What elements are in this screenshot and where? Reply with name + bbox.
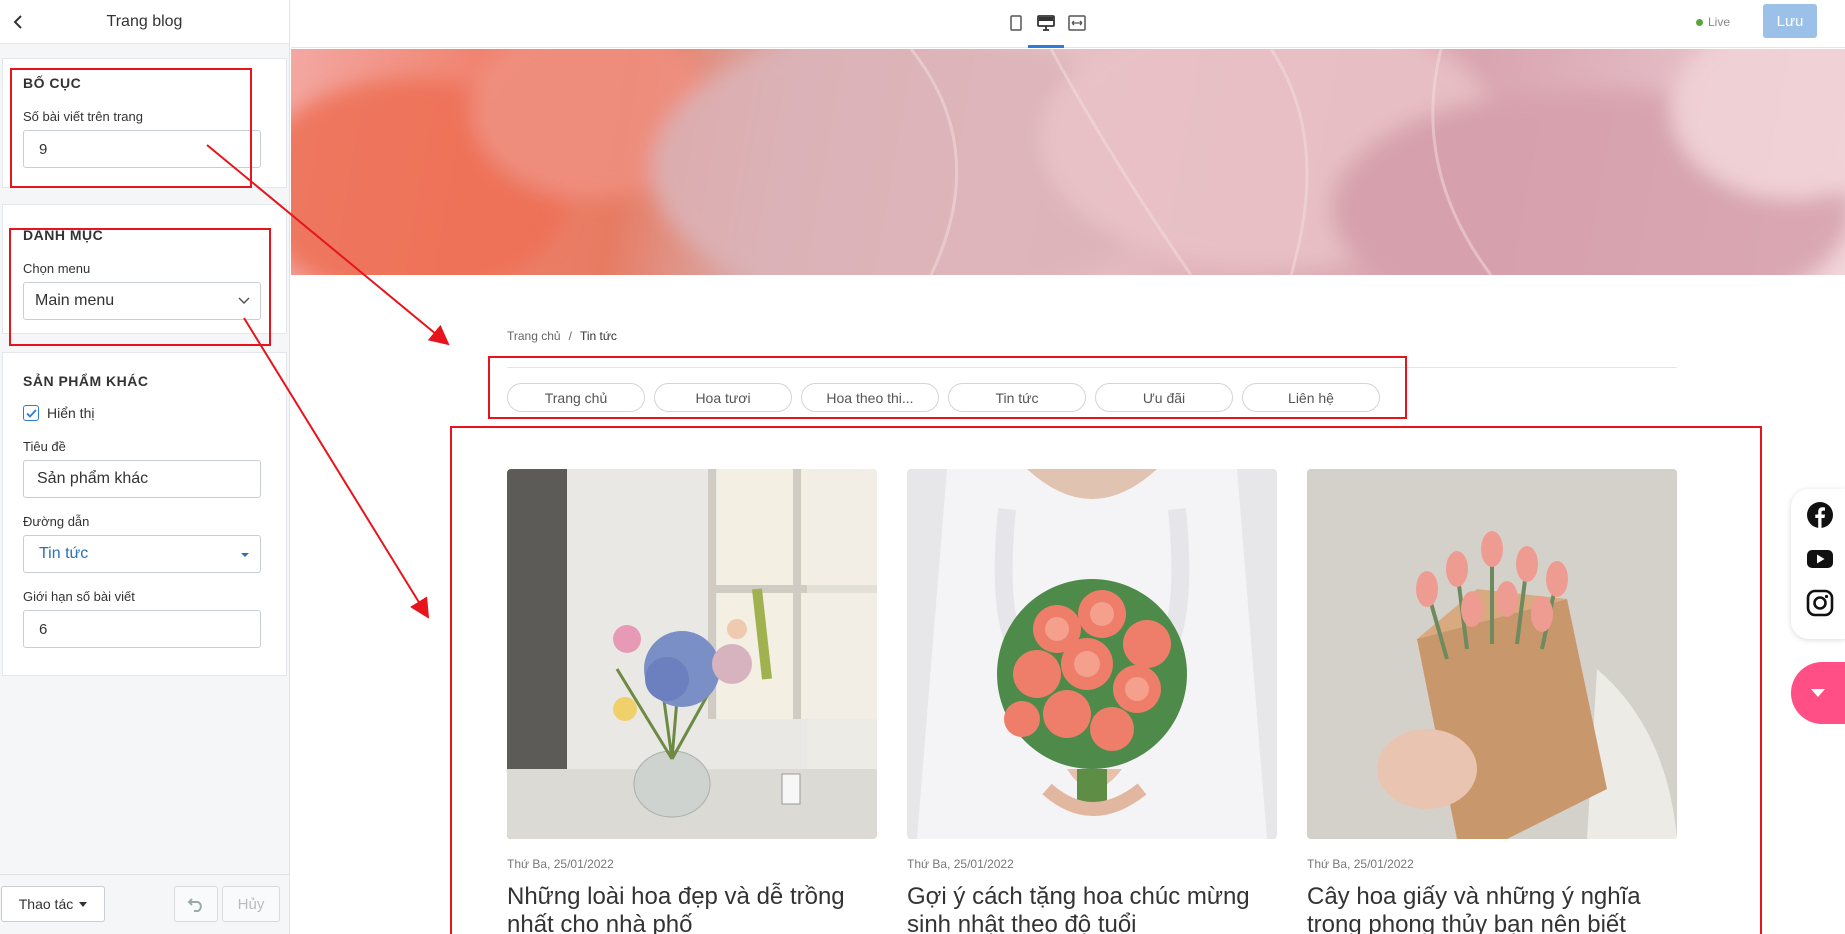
actions-dropdown-button[interactable]: Thao tác bbox=[1, 886, 105, 922]
category-section: DANH MỤC Chọn menu Main menu bbox=[2, 204, 287, 334]
caret-down-icon bbox=[1811, 688, 1825, 697]
check-icon bbox=[25, 408, 37, 418]
sidebar-header: Trang blog bbox=[0, 0, 289, 44]
post-image[interactable] bbox=[1307, 469, 1677, 839]
post-card[interactable]: Thứ Ba, 25/01/2022 Gợi ý cách tặng hoa c… bbox=[907, 469, 1277, 934]
tab-hoa-tuoi[interactable]: Hoa tươi bbox=[654, 383, 792, 412]
undo-button[interactable] bbox=[174, 886, 218, 922]
post-grid: Thứ Ba, 25/01/2022 Những loài hoa đẹp và… bbox=[507, 469, 1677, 934]
cancel-button[interactable]: Hủy bbox=[222, 886, 280, 922]
post-card[interactable]: Thứ Ba, 25/01/2022 Những loài hoa đẹp và… bbox=[507, 469, 877, 934]
undo-icon bbox=[187, 898, 202, 912]
limit-label: Giới hạn số bài viết bbox=[23, 589, 135, 604]
breadcrumb-home-link[interactable]: Trang chủ bbox=[507, 329, 561, 343]
divider bbox=[507, 367, 1677, 368]
breadcrumb: Trang chủ / Tin tức bbox=[507, 329, 617, 343]
hero-banner-image bbox=[291, 49, 1845, 275]
title-input[interactable]: Sản phẩm khác bbox=[23, 460, 261, 498]
social-links-bar bbox=[1791, 489, 1845, 639]
tablet-icon bbox=[1010, 15, 1022, 31]
live-dot-icon bbox=[1695, 18, 1703, 26]
breadcrumb-separator: / bbox=[568, 329, 572, 343]
menu-select-value: Main menu bbox=[35, 292, 115, 309]
tab-lien-he[interactable]: Liên hệ bbox=[1242, 383, 1380, 412]
tab-hoa-theo-thi[interactable]: Hoa theo thi... bbox=[801, 383, 939, 412]
save-button[interactable]: Lưu bbox=[1763, 4, 1817, 38]
fullwidth-icon bbox=[1068, 15, 1086, 31]
path-select[interactable]: Tin tức bbox=[23, 535, 261, 573]
path-select-value: Tin tức bbox=[39, 545, 89, 562]
chevron-down-icon bbox=[238, 292, 250, 310]
actions-label: Thao tác bbox=[18, 896, 74, 912]
post-image[interactable] bbox=[907, 469, 1277, 839]
live-status[interactable]: Live bbox=[1695, 15, 1730, 29]
page-preview: Trang chủ / Tin tức Trang chủ Hoa tươi Hoa… bbox=[291, 49, 1845, 934]
sidebar-footer: Thao tác Hủy bbox=[0, 874, 289, 934]
post-date: Thứ Ba, 25/01/2022 bbox=[1307, 857, 1414, 871]
show-label: Hiển thị bbox=[47, 405, 95, 421]
facebook-icon[interactable] bbox=[1806, 501, 1834, 529]
tab-trang-chu[interactable]: Trang chủ bbox=[507, 383, 645, 412]
expand-fab-button[interactable] bbox=[1791, 662, 1845, 724]
youtube-icon[interactable] bbox=[1806, 545, 1834, 573]
instagram-icon[interactable] bbox=[1806, 589, 1834, 617]
menu-label: Chọn menu bbox=[23, 261, 91, 276]
path-label: Đường dẫn bbox=[23, 514, 90, 529]
post-image[interactable] bbox=[507, 469, 877, 839]
title-label: Tiêu đề bbox=[23, 439, 66, 454]
other-products-heading: SẢN PHẨM KHÁC bbox=[23, 373, 149, 389]
limit-input[interactable]: 6 bbox=[23, 610, 261, 648]
posts-per-page-input[interactable]: 9 bbox=[23, 130, 261, 168]
post-date: Thứ Ba, 25/01/2022 bbox=[907, 857, 1014, 871]
category-heading: DANH MỤC bbox=[23, 227, 104, 243]
category-tabs: Trang chủ Hoa tươi Hoa theo thi... Tin t… bbox=[507, 383, 1380, 412]
caret-down-icon bbox=[240, 545, 250, 563]
post-title[interactable]: Cây hoa giấy và những ý nghĩa trong phon… bbox=[1307, 883, 1677, 934]
menu-select[interactable]: Main menu bbox=[23, 282, 261, 320]
layout-heading: BỐ CỤC bbox=[23, 75, 82, 91]
post-card[interactable]: Thứ Ba, 25/01/2022 Cây hoa giấy và những… bbox=[1307, 469, 1677, 934]
tab-uu-dai[interactable]: Ưu đãi bbox=[1095, 383, 1233, 412]
posts-per-page-label: Số bài viết trên trang bbox=[23, 109, 143, 124]
live-label: Live bbox=[1707, 15, 1730, 29]
layout-section: BỐ CỤC Số bài viết trên trang 9 bbox=[2, 58, 287, 188]
show-checkbox[interactable] bbox=[23, 405, 39, 421]
settings-sidebar: Trang blog BỐ CỤC Số bài viết trên trang… bbox=[0, 0, 290, 934]
breadcrumb-current: Tin tức bbox=[579, 329, 617, 343]
editor-topbar: Live Lưu bbox=[291, 0, 1845, 48]
back-arrow-icon[interactable] bbox=[6, 10, 30, 34]
desktop-view-button[interactable] bbox=[1028, 12, 1064, 48]
tab-tin-tuc[interactable]: Tin tức bbox=[948, 383, 1086, 412]
post-title[interactable]: Gợi ý cách tặng hoa chúc mừng sinh nhật … bbox=[907, 883, 1277, 934]
desktop-icon bbox=[1037, 15, 1055, 31]
other-products-section: SẢN PHẨM KHÁC Hiển thị Tiêu đề Sản phẩm … bbox=[2, 352, 287, 676]
post-title[interactable]: Những loài hoa đẹp và dễ trồng nhất cho … bbox=[507, 883, 877, 934]
caret-down-icon bbox=[79, 901, 88, 907]
tablet-view-button[interactable] bbox=[1004, 12, 1028, 34]
fullwidth-view-button[interactable] bbox=[1065, 12, 1089, 34]
show-checkbox-row[interactable]: Hiển thị bbox=[23, 405, 266, 421]
sidebar-title: Trang blog bbox=[106, 12, 183, 30]
post-date: Thứ Ba, 25/01/2022 bbox=[507, 857, 614, 871]
